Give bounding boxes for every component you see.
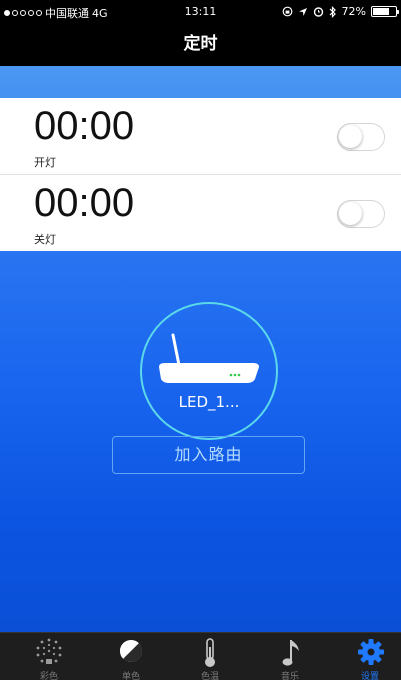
timer-time[interactable]: 00:00	[34, 181, 134, 226]
alarm-icon	[313, 7, 323, 17]
location-icon	[298, 7, 307, 16]
battery-percent: 72%	[341, 5, 366, 18]
join-router-button[interactable]: 加入路由	[112, 436, 305, 474]
tab-single-color[interactable]: 单色	[101, 633, 161, 680]
router-icon	[159, 333, 259, 383]
tab-label: 彩色	[39, 672, 58, 680]
timer-time[interactable]: 00:00	[34, 104, 134, 149]
thermometer-icon	[205, 638, 215, 667]
status-bar: 中国联通 4G 13:11 72%	[0, 0, 401, 24]
tab-color-temperature[interactable]: 色温	[180, 633, 240, 680]
tab-label: 色温	[200, 672, 219, 680]
color-wheel-icon	[36, 638, 62, 664]
timer-label: 关灯	[34, 233, 56, 246]
timer-row-off[interactable]: 00:00 关灯	[0, 175, 401, 251]
tab-label: 音乐	[280, 672, 299, 680]
timer-toggle[interactable]	[337, 123, 385, 151]
timer-label: 开灯	[34, 156, 56, 169]
gear-icon	[358, 639, 384, 665]
lock-rotation-icon	[282, 6, 292, 17]
tab-music[interactable]: 音乐	[260, 633, 320, 680]
half-circle-icon	[119, 639, 143, 663]
bluetooth-icon	[329, 5, 336, 18]
tab-settings[interactable]: 设置	[340, 633, 400, 680]
timer-toggle[interactable]	[337, 200, 385, 228]
battery-icon	[371, 6, 399, 17]
device-name: LED_1...	[178, 393, 240, 411]
status-right: 72%	[282, 5, 399, 18]
tab-label: 设置	[360, 672, 379, 680]
toggle-knob	[339, 125, 362, 148]
tab-bar: 彩色 单色 色温 音乐 设置	[0, 632, 401, 680]
page-title: 定时	[0, 24, 401, 66]
timer-row-on[interactable]: 00:00 开灯	[0, 98, 401, 174]
tab-label: 单色	[121, 672, 140, 680]
toggle-knob	[339, 202, 362, 225]
tab-color[interactable]: 彩色	[19, 633, 79, 680]
music-note-icon	[282, 640, 299, 666]
